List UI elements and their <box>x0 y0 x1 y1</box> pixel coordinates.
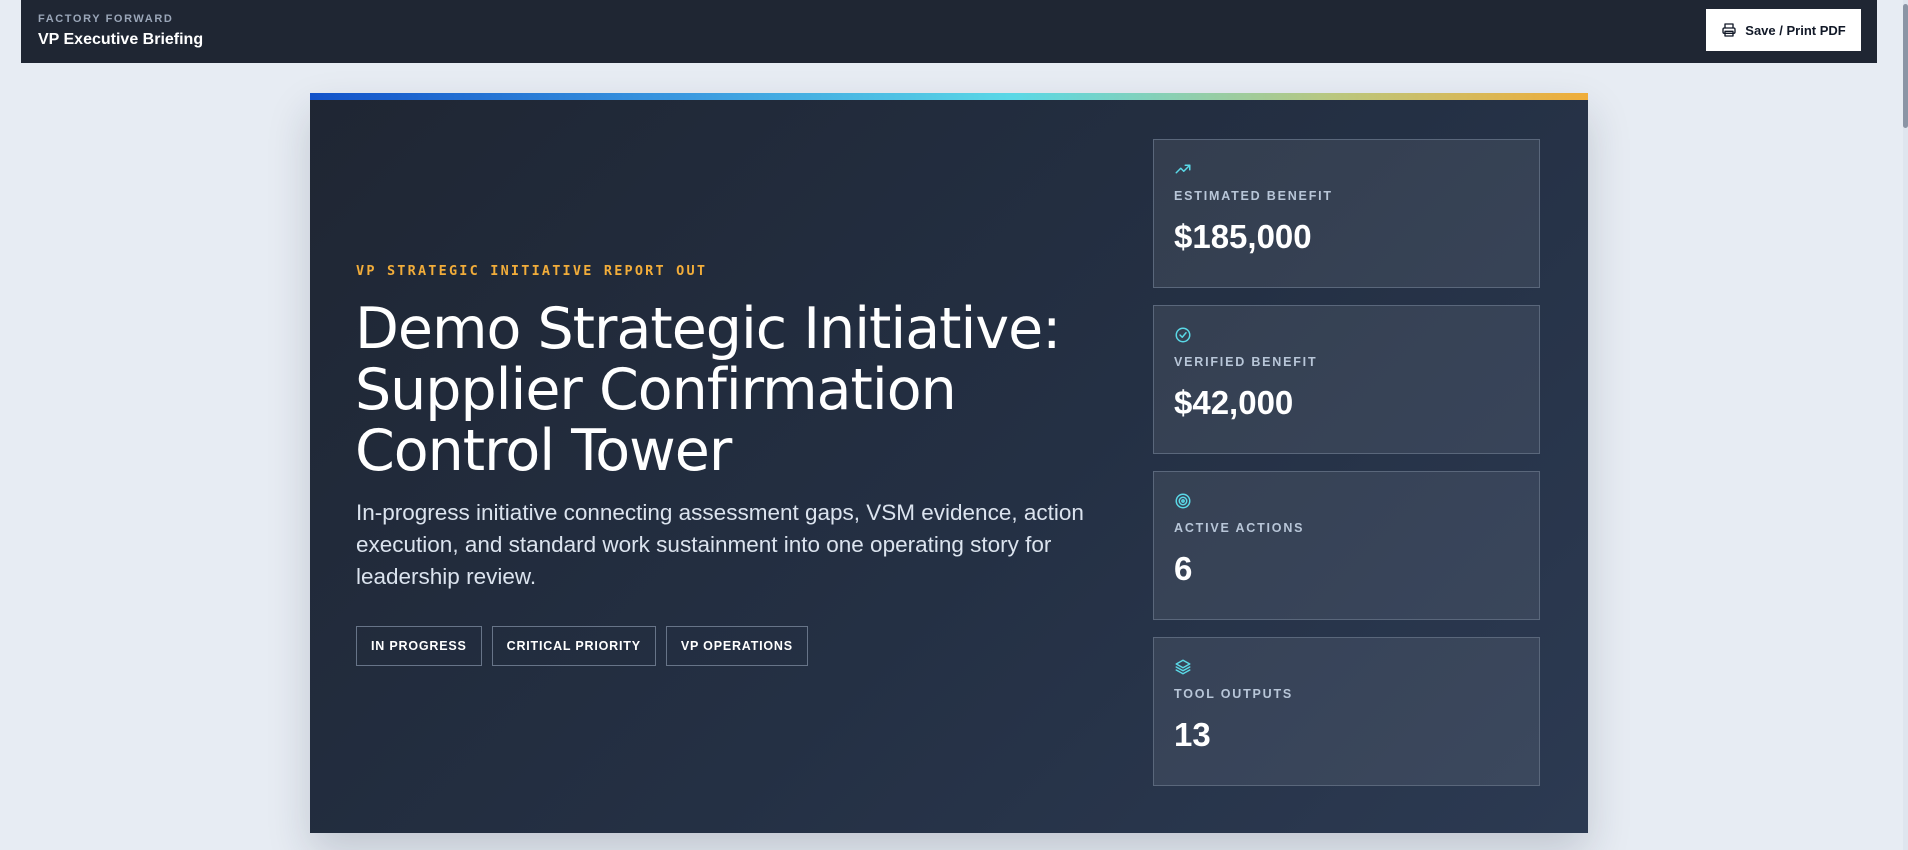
metric-label: ACTIVE ACTIONS <box>1174 521 1305 535</box>
metric-card-tool-outputs: TOOL OUTPUTS 13 <box>1153 637 1540 786</box>
gradient-accent-bar <box>310 93 1588 100</box>
metric-card-verified-benefit: VERIFIED BENEFIT $42,000 <box>1153 305 1540 454</box>
brand-title: VP Executive Briefing <box>38 31 204 48</box>
trending-up-icon <box>1175 164 1191 174</box>
brand-kicker: FACTORY FORWARD <box>38 13 174 25</box>
metric-value: $185,000 <box>1174 218 1312 255</box>
metric-value: 6 <box>1174 550 1193 587</box>
target-icon <box>1175 493 1191 509</box>
metric-label: VERIFIED BENEFIT <box>1174 355 1318 369</box>
initiative-title: Demo Strategic Initiative: Supplier Conf… <box>355 296 1061 484</box>
check-circle-icon <box>1175 327 1191 343</box>
metric-label: ESTIMATED BENEFIT <box>1174 189 1333 203</box>
metric-label: TOOL OUTPUTS <box>1174 687 1294 701</box>
initiative-description: In-progress initiative connecting assess… <box>356 500 1084 589</box>
owner-tag: VP OPERATIONS <box>665 626 808 666</box>
metric-value: 13 <box>1174 716 1211 753</box>
printer-icon <box>1722 23 1736 37</box>
metric-value: $42,000 <box>1174 384 1294 421</box>
metric-card-active-actions: ACTIVE ACTIONS 6 <box>1153 471 1540 620</box>
priority-tag: CRITICAL PRIORITY <box>491 626 656 666</box>
save-print-pdf-button[interactable]: Save / Print PDF <box>1706 9 1861 51</box>
metric-card-estimated-benefit: ESTIMATED BENEFIT $185,000 <box>1153 139 1540 288</box>
initiative-hero-card: VP STRATEGIC INITIATIVE REPORT OUT Demo … <box>310 93 1588 833</box>
status-tags: IN PROGRESS CRITICAL PRIORITY VP OPERATI… <box>356 626 808 666</box>
layers-icon <box>1175 659 1191 675</box>
scrollbar-thumb[interactable] <box>1903 4 1908 128</box>
status-tag: IN PROGRESS <box>356 626 482 666</box>
top-bar: FACTORY FORWARD VP Executive Briefing Sa… <box>21 0 1877 63</box>
save-print-pdf-label: Save / Print PDF <box>1745 22 1846 38</box>
page-scrollbar[interactable] <box>1903 0 1908 850</box>
report-eyebrow: VP STRATEGIC INITIATIVE REPORT OUT <box>356 263 708 279</box>
